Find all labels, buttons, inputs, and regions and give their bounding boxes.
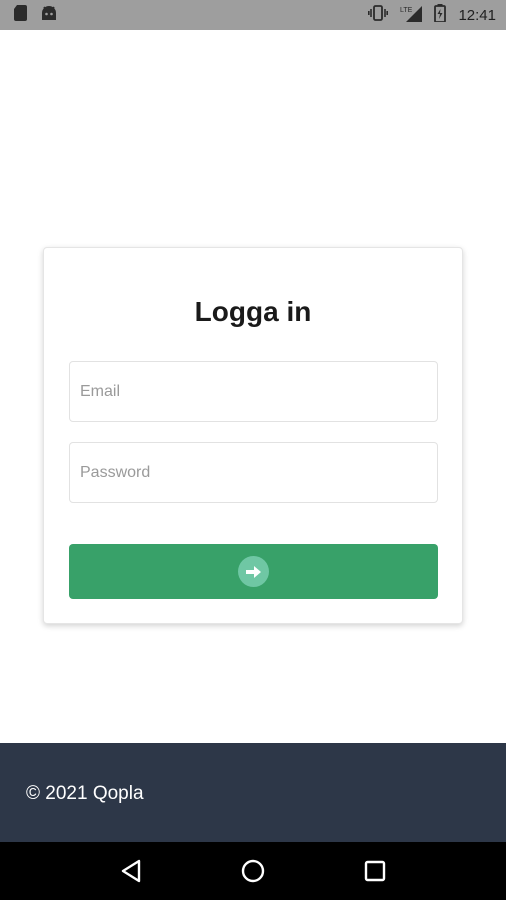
footer: © 2021 Qopla — [0, 743, 506, 842]
svg-text:LTE: LTE — [400, 7, 413, 14]
login-card: Logga in — [43, 247, 463, 624]
status-bar: LTE 12:41 — [0, 0, 506, 30]
vibrate-icon — [368, 4, 389, 26]
android-icon — [40, 5, 58, 26]
login-title: Logga in — [194, 296, 312, 327]
email-field[interactable] — [69, 361, 438, 422]
battery-icon — [434, 3, 447, 27]
status-left — [14, 4, 58, 26]
login-submit-button[interactable] — [69, 544, 438, 599]
main-content: Logga in — [0, 30, 506, 743]
sd-card-icon — [14, 4, 28, 26]
recents-icon[interactable] — [355, 851, 395, 891]
back-icon[interactable] — [111, 851, 151, 891]
navigation-bar — [0, 842, 506, 900]
footer-copyright: © 2021 Qopla — [26, 783, 144, 804]
password-field[interactable] — [69, 442, 438, 503]
home-icon[interactable] — [233, 851, 273, 891]
status-right: LTE 12:41 — [368, 3, 496, 27]
arrow-right-icon — [238, 556, 269, 587]
signal-lte-icon: LTE — [400, 4, 423, 27]
status-time: 12:41 — [458, 6, 496, 24]
